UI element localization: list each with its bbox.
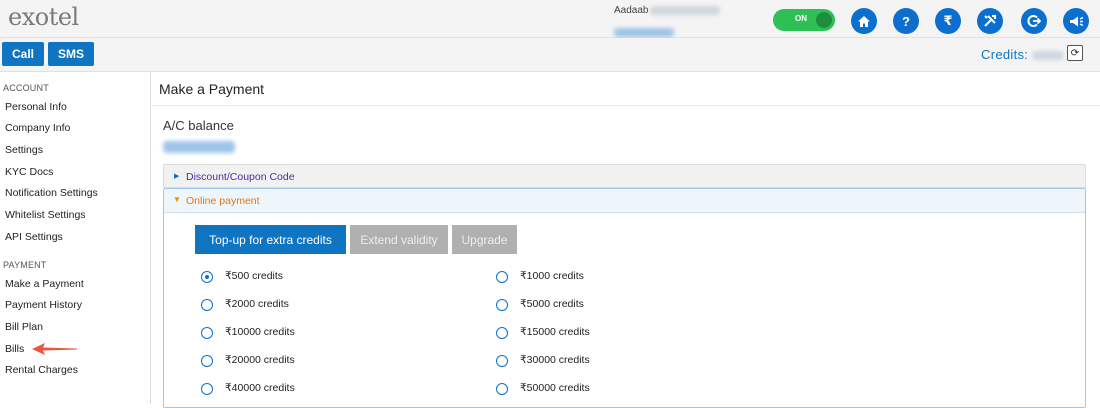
sidebar-item-api-settings[interactable]: API Settings: [5, 231, 63, 243]
option-label: ₹5000 credits: [520, 298, 584, 310]
sidebar-item-company-info[interactable]: Company Info: [5, 122, 70, 134]
radio-2000-credits[interactable]: [201, 299, 213, 311]
online-payment-header[interactable]: ▼ Online payment: [164, 189, 1085, 213]
option-label: ₹20000 credits: [225, 354, 295, 366]
greeting-text: Aadaab: [614, 5, 649, 16]
tab-upgrade[interactable]: Upgrade: [452, 225, 517, 254]
option-label: ₹500 credits: [225, 270, 284, 282]
option-label: ₹40000 credits: [225, 382, 295, 394]
option-label: ₹30000 credits: [520, 354, 590, 366]
radio-5000-credits[interactable]: [496, 299, 508, 311]
discount-coupon-accordion[interactable]: ▶ Discount/Coupon Code: [163, 164, 1086, 188]
tools-icon[interactable]: [977, 8, 1003, 34]
home-icon[interactable]: [851, 8, 877, 34]
refresh-credits-icon[interactable]: ⟳: [1067, 45, 1083, 61]
online-payment-accordion: ▼ Online payment Top-up for extra credit…: [163, 188, 1086, 408]
call-button[interactable]: Call: [2, 42, 44, 66]
sidebar-item-rental-charges[interactable]: Rental Charges: [5, 364, 78, 376]
sidebar-heading-payment: PAYMENT: [3, 260, 47, 270]
credits-label: Credits:: [981, 47, 1029, 62]
annotation-arrow-icon: [32, 343, 77, 355]
radio-15000-credits[interactable]: [496, 327, 508, 339]
option-label: ₹50000 credits: [520, 382, 590, 394]
caret-right-icon: ▶: [174, 173, 180, 180]
option-label: ₹10000 credits: [225, 326, 295, 338]
toggle-knob: [816, 12, 832, 28]
radio-1000-credits[interactable]: [496, 271, 508, 283]
greeting: Aadaab: [614, 5, 721, 16]
credits-display: Credits:: [981, 47, 1065, 62]
sidebar-heading-account: ACCOUNT: [3, 83, 49, 93]
sidebar-item-settings[interactable]: Settings: [5, 144, 43, 156]
radio-50000-credits[interactable]: [496, 383, 508, 395]
option-label: ₹15000 credits: [520, 326, 590, 338]
option-label: ₹1000 credits: [520, 270, 584, 282]
sidebar-item-payment-history[interactable]: Payment History: [5, 299, 82, 311]
action-bar: Call SMS Credits: ⟳: [0, 38, 1100, 72]
logout-icon[interactable]: [1021, 8, 1047, 34]
toggle-label: ON: [795, 14, 807, 23]
sidebar-item-kyc-docs[interactable]: KYC Docs: [5, 166, 53, 178]
discount-coupon-label: Discount/Coupon Code: [186, 171, 295, 183]
sidebar-item-bills[interactable]: Bills: [5, 343, 24, 355]
tab-top-up[interactable]: Top-up for extra credits: [195, 225, 346, 254]
caret-down-icon: ▼: [173, 195, 181, 204]
radio-40000-credits[interactable]: [201, 383, 213, 395]
online-payment-label: Online payment: [186, 195, 260, 207]
sidebar-item-make-a-payment[interactable]: Make a Payment: [5, 278, 84, 290]
sidebar-item-personal-info[interactable]: Personal Info: [5, 101, 67, 113]
balance-label: A/C balance: [163, 118, 234, 133]
main-panel: Make a Payment A/C balance ▶ Discount/Co…: [152, 72, 1100, 408]
sidebar-item-bill-plan[interactable]: Bill Plan: [5, 321, 43, 333]
radio-10000-credits[interactable]: [201, 327, 213, 339]
redacted-balance-value: [163, 138, 235, 156]
redacted-user-name: [650, 5, 721, 15]
sms-button[interactable]: SMS: [48, 42, 94, 66]
exotel-logo[interactable]: exotel: [8, 3, 79, 31]
sidebar-item-whitelist-settings[interactable]: Whitelist Settings: [5, 209, 86, 221]
redacted-credits-value: [1032, 51, 1065, 61]
radio-500-credits[interactable]: [201, 271, 213, 283]
help-icon[interactable]: ?: [893, 8, 919, 34]
top-header: exotel Aadaab ON ? ₹: [0, 0, 1100, 38]
sidebar: ACCOUNT Personal Info Company Info Setti…: [0, 72, 151, 404]
rupee-icon[interactable]: ₹: [935, 8, 961, 34]
tab-extend-validity[interactable]: Extend validity: [350, 225, 448, 254]
radio-20000-credits[interactable]: [201, 355, 213, 367]
radio-30000-credits[interactable]: [496, 355, 508, 367]
page-title: Make a Payment: [152, 72, 1100, 106]
sidebar-item-notification-settings[interactable]: Notification Settings: [5, 187, 98, 199]
announce-icon[interactable]: [1063, 8, 1089, 34]
status-toggle[interactable]: ON: [773, 9, 835, 31]
option-label: ₹2000 credits: [225, 298, 289, 310]
